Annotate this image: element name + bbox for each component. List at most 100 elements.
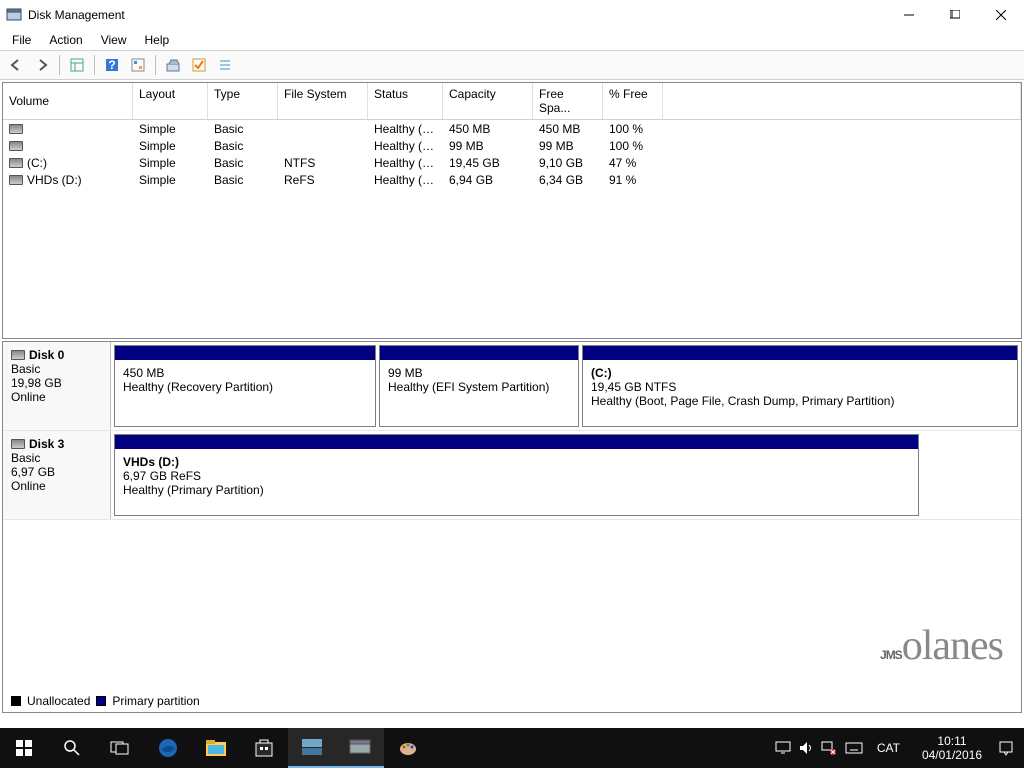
taskbar-explorer-icon[interactable]	[192, 728, 240, 768]
col-status[interactable]: Status	[368, 83, 443, 119]
tray-time: 10:11	[922, 734, 982, 748]
toolbar-view-icon[interactable]	[65, 53, 89, 77]
disk-type: Basic	[11, 451, 102, 465]
vol-free: 9,10 GB	[533, 156, 603, 170]
disk-panel-empty: JMSolanes	[3, 520, 1021, 690]
taskbar-store-icon[interactable]	[240, 728, 288, 768]
tray-date: 04/01/2016	[922, 748, 982, 762]
col-free[interactable]: Free Spa...	[533, 83, 603, 119]
back-button[interactable]	[4, 53, 28, 77]
col-capacity[interactable]: Capacity	[443, 83, 533, 119]
partition[interactable]: 99 MB Healthy (EFI System Partition)	[379, 345, 579, 427]
separator	[59, 55, 60, 75]
partition-bar	[115, 346, 375, 360]
partition-bar	[380, 346, 578, 360]
volume-row[interactable]: Simple Basic Healthy (R... 450 MB 450 MB…	[3, 120, 1021, 137]
col-pct-free[interactable]: % Free	[603, 83, 663, 119]
menu-action[interactable]: Action	[41, 31, 90, 49]
vol-capacity: 99 MB	[443, 139, 533, 153]
col-filesystem[interactable]: File System	[278, 83, 368, 119]
vol-pct: 47 %	[603, 156, 663, 170]
col-volume[interactable]: Volume	[3, 83, 133, 119]
tray-network-error-icon[interactable]	[821, 741, 837, 755]
taskbar-edge-icon[interactable]	[144, 728, 192, 768]
taskbar-paint-icon[interactable]	[384, 728, 432, 768]
search-button[interactable]	[48, 728, 96, 768]
tray-keyboard-icon[interactable]	[845, 742, 863, 754]
vol-capacity: 6,94 GB	[443, 173, 533, 187]
volume-row[interactable]: VHDs (D:) Simple Basic ReFS Healthy (P..…	[3, 171, 1021, 188]
toolbar-refresh-icon[interactable]	[161, 53, 185, 77]
menu-help[interactable]: Help	[137, 31, 178, 49]
disk-info[interactable]: Disk 0 Basic 19,98 GB Online	[3, 342, 111, 430]
vol-name: (C:)	[27, 156, 47, 170]
tray-notifications-icon[interactable]	[998, 740, 1014, 756]
partition[interactable]: VHDs (D:) 6,97 GB ReFS Healthy (Primary …	[114, 434, 919, 516]
volume-row[interactable]: (C:) Simple Basic NTFS Healthy (B... 19,…	[3, 154, 1021, 171]
vol-type: Basic	[208, 156, 278, 170]
vol-layout: Simple	[133, 173, 208, 187]
close-button[interactable]	[978, 0, 1024, 30]
menu-file[interactable]: File	[4, 31, 39, 49]
vol-capacity: 19,45 GB	[443, 156, 533, 170]
tray-clock[interactable]: 10:11 04/01/2016	[914, 734, 990, 763]
vol-fs: NTFS	[278, 156, 368, 170]
toolbar-list-icon[interactable]	[213, 53, 237, 77]
taskbar-server-manager-icon[interactable]	[288, 728, 336, 768]
partition-status: Healthy (Primary Partition)	[123, 483, 910, 497]
start-button[interactable]	[0, 728, 48, 768]
swatch-primary	[96, 696, 106, 706]
task-view-button[interactable]	[96, 728, 144, 768]
toolbar-check-icon[interactable]	[187, 53, 211, 77]
disk-icon	[11, 439, 25, 449]
disk-panel: Disk 0 Basic 19,98 GB Online 450 MB Heal…	[2, 341, 1022, 713]
disk-info[interactable]: Disk 3 Basic 6,97 GB Online	[3, 431, 111, 519]
partition-title: (C:)	[591, 366, 1009, 380]
disk-label: Disk 3	[29, 437, 64, 451]
partition-status: Healthy (EFI System Partition)	[388, 380, 570, 394]
taskbar-disk-management-icon[interactable]	[336, 728, 384, 768]
vol-free: 99 MB	[533, 139, 603, 153]
vol-status: Healthy (P...	[368, 173, 443, 187]
minimize-button[interactable]	[886, 0, 932, 30]
watermark: JMSolanes	[880, 622, 1003, 670]
vol-free: 450 MB	[533, 122, 603, 136]
col-type[interactable]: Type	[208, 83, 278, 119]
partition-size: 19,45 GB NTFS	[591, 380, 1009, 394]
forward-button[interactable]	[30, 53, 54, 77]
col-extra	[663, 83, 1021, 119]
tray-volume-icon[interactable]	[799, 741, 813, 755]
partition-status: Healthy (Boot, Page File, Crash Dump, Pr…	[591, 394, 1009, 408]
tray-display-icon[interactable]	[775, 741, 791, 755]
vol-status: Healthy (E...	[368, 139, 443, 153]
vol-layout: Simple	[133, 156, 208, 170]
partition[interactable]: (C:) 19,45 GB NTFS Healthy (Boot, Page F…	[582, 345, 1018, 427]
toolbar: ?	[0, 50, 1024, 80]
partition-size: 6,97 GB ReFS	[123, 469, 910, 483]
maximize-button[interactable]	[932, 0, 978, 30]
separator	[94, 55, 95, 75]
tray-language[interactable]: CAT	[871, 741, 906, 755]
vol-status: Healthy (B...	[368, 156, 443, 170]
menu-view[interactable]: View	[93, 31, 135, 49]
partition-size: 99 MB	[388, 366, 570, 380]
vol-fs: ReFS	[278, 173, 368, 187]
volume-list-body: Simple Basic Healthy (R... 450 MB 450 MB…	[3, 120, 1021, 338]
disk-label: Disk 0	[29, 348, 64, 362]
swatch-unallocated	[11, 696, 21, 706]
volume-row[interactable]: Simple Basic Healthy (E... 99 MB 99 MB 1…	[3, 137, 1021, 154]
drive-icon	[9, 141, 23, 151]
partition[interactable]: 450 MB Healthy (Recovery Partition)	[114, 345, 376, 427]
legend-unallocated: Unallocated	[27, 694, 90, 708]
disk-row: Disk 0 Basic 19,98 GB Online 450 MB Heal…	[3, 342, 1021, 431]
vol-type: Basic	[208, 173, 278, 187]
toolbar-settings-icon[interactable]	[126, 53, 150, 77]
disk-state: Online	[11, 390, 102, 404]
vol-pct: 100 %	[603, 122, 663, 136]
drive-icon	[9, 175, 23, 185]
help-icon[interactable]: ?	[100, 53, 124, 77]
vol-type: Basic	[208, 139, 278, 153]
disk-partitions: VHDs (D:) 6,97 GB ReFS Healthy (Primary …	[111, 431, 1021, 519]
legend-primary: Primary partition	[112, 694, 199, 708]
col-layout[interactable]: Layout	[133, 83, 208, 119]
